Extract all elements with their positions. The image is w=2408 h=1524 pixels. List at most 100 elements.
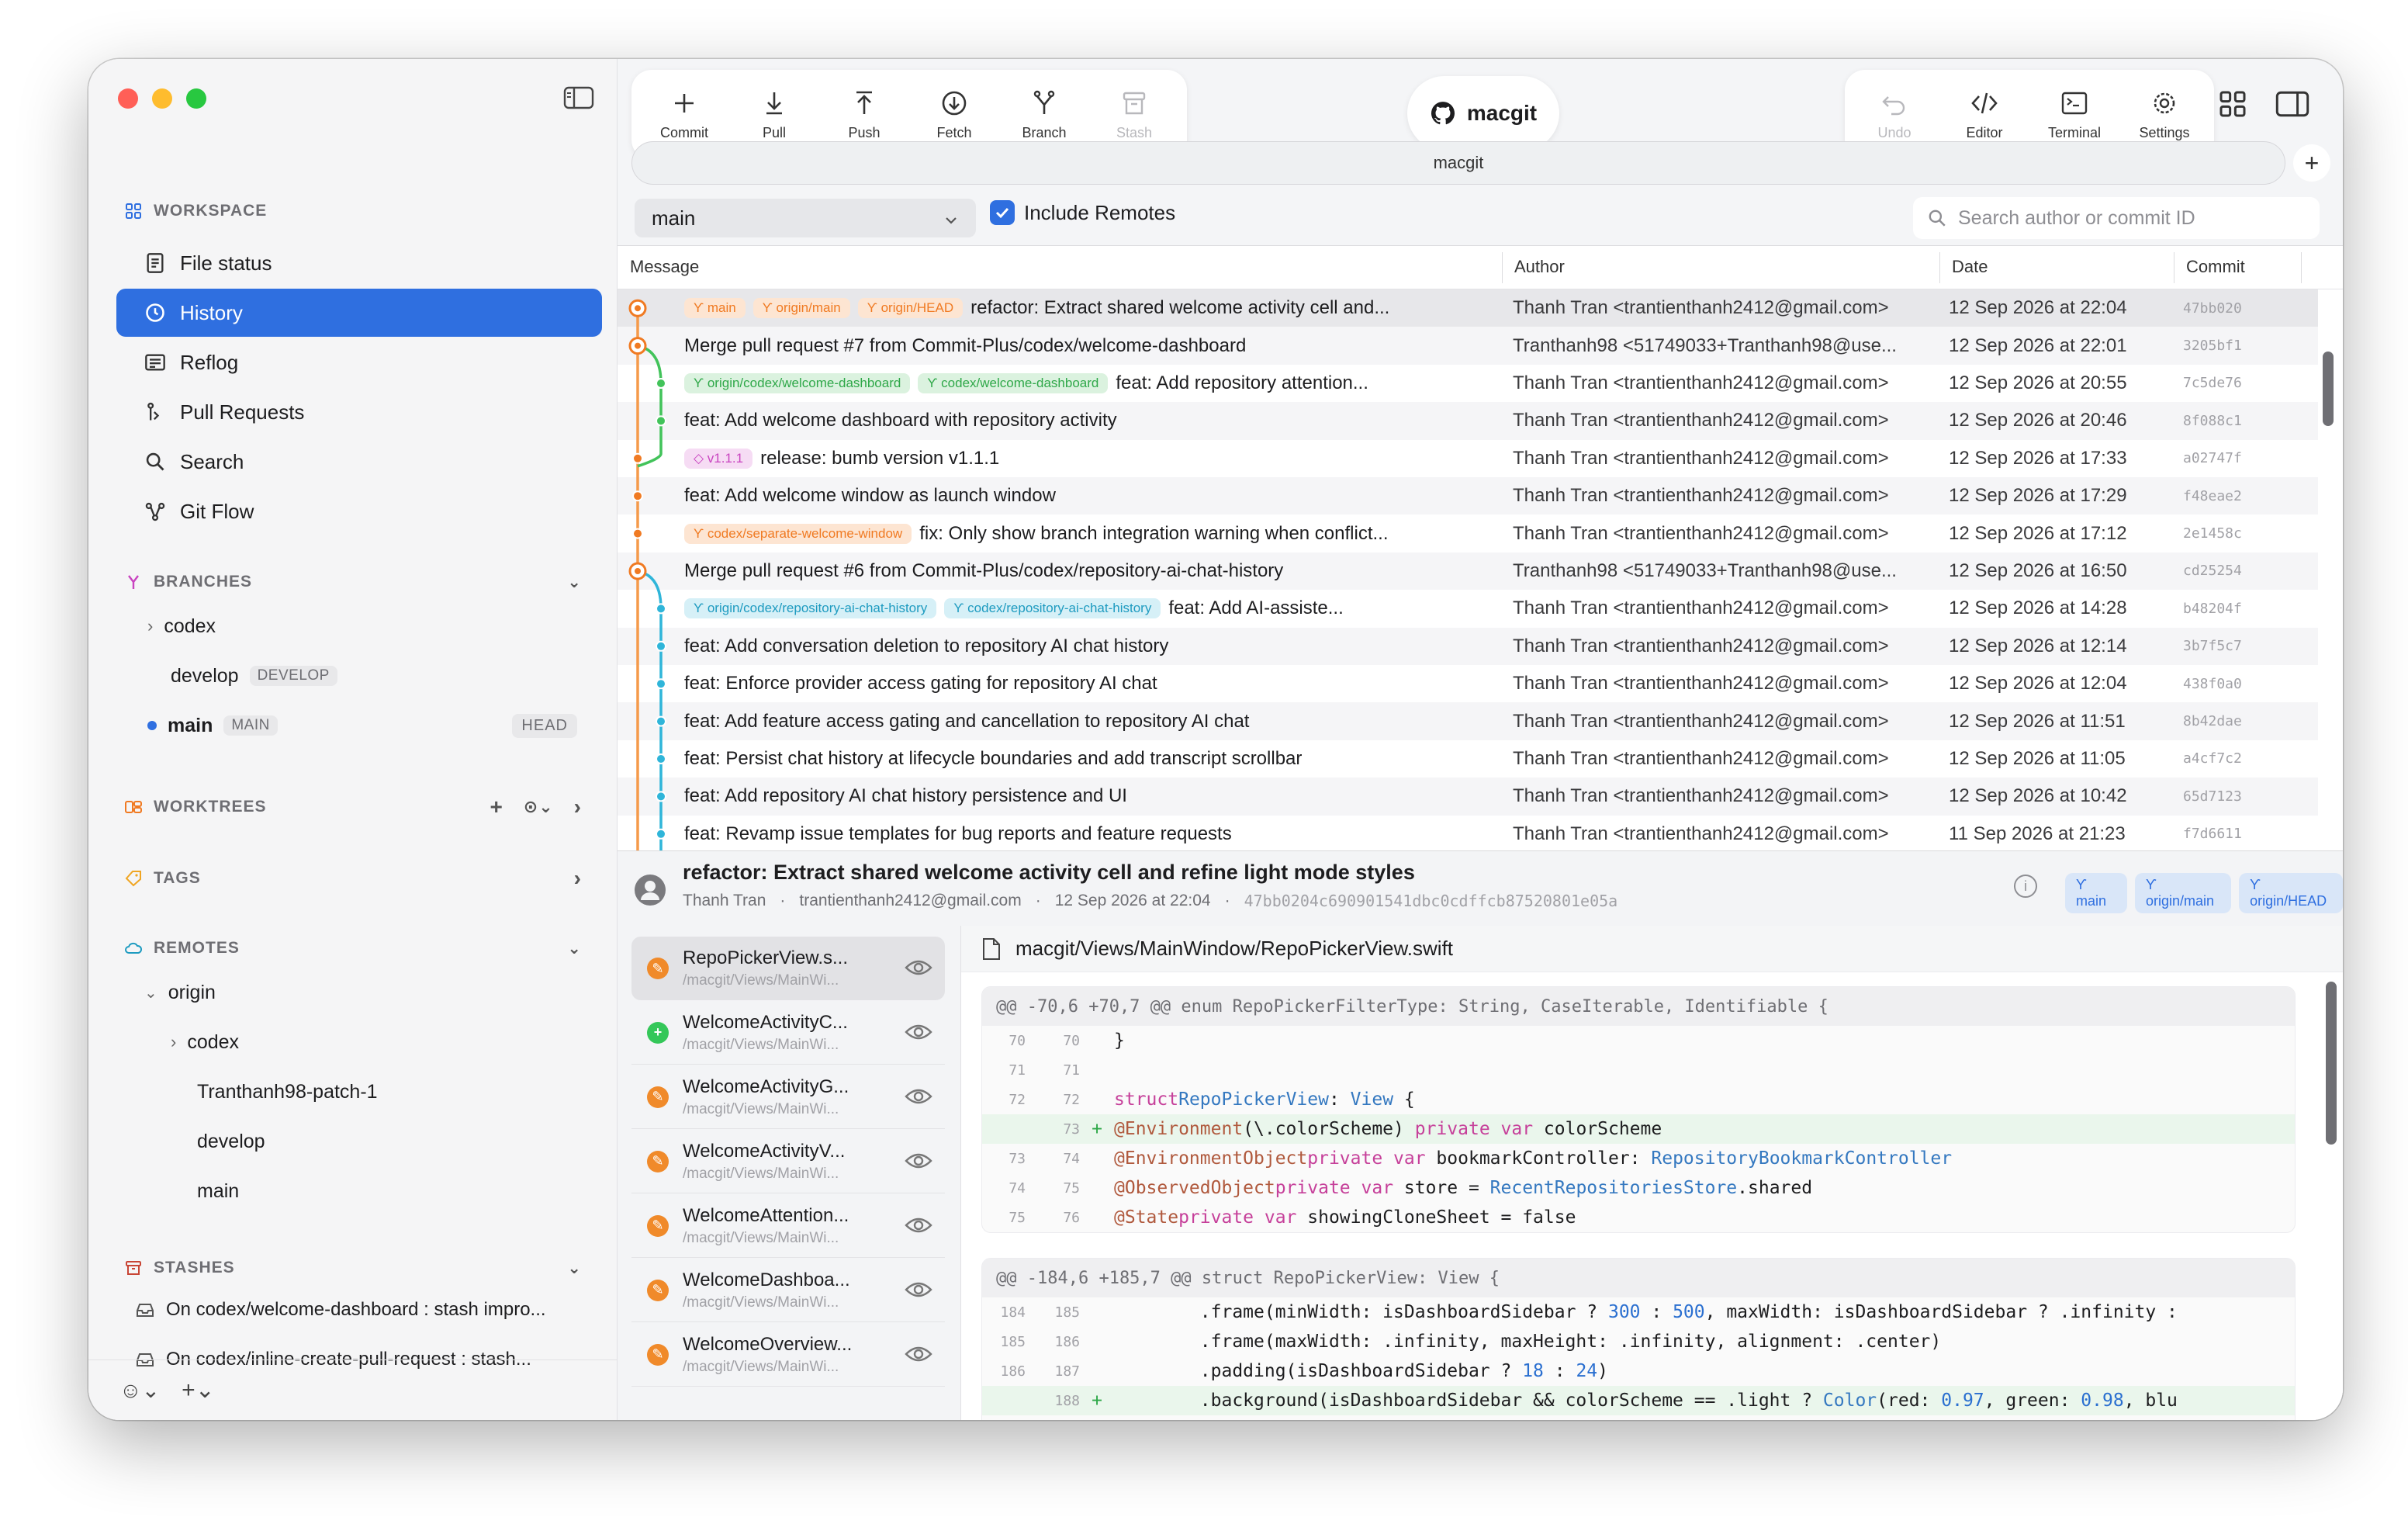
close-window-button[interactable] xyxy=(118,88,138,109)
column-divider[interactable] xyxy=(1502,252,1503,283)
sidebar-item-history[interactable]: History xyxy=(116,289,602,337)
remote-origin[interactable]: ⌄ origin xyxy=(144,973,216,1012)
sidebar-item-git-flow[interactable]: Git Flow xyxy=(116,487,602,535)
changed-file-item[interactable]: ✎ WelcomeActivityG... /macgit/Views/MainWi… xyxy=(631,1065,945,1129)
commit-hash[interactable]: 47bb0204c690901541dbc0cdffcb87520801e05a xyxy=(1244,892,1618,910)
ref-badge[interactable]: Ƴ main xyxy=(2065,873,2128,913)
table-row[interactable]: Merge pull request #6 from Commit-Plus/c… xyxy=(618,552,2318,591)
sidebar-item-file-status[interactable]: File status xyxy=(116,239,602,287)
ref-badge[interactable]: Ƴ origin/main xyxy=(752,298,850,319)
stashes-section-header[interactable]: STASHES ⌄ xyxy=(124,1252,582,1283)
info-icon[interactable]: i xyxy=(2014,875,2037,898)
layout-grid-icon[interactable] xyxy=(2217,88,2248,119)
stash-item[interactable]: On codex/welcome-dashboard : stash impro… xyxy=(135,1288,593,1332)
eye-icon[interactable] xyxy=(905,1214,932,1242)
ref-badge[interactable]: Ƴ origin/HEAD xyxy=(857,298,964,319)
ref-badge[interactable]: ◇ v1.1.1 xyxy=(684,448,753,469)
branch-folder-codex[interactable]: › codex xyxy=(147,607,216,646)
eye-icon[interactable] xyxy=(905,1279,932,1306)
table-row[interactable]: feat: Persist chat history at lifecycle … xyxy=(618,740,2318,778)
commit-search-input[interactable]: Search author or commit ID xyxy=(1913,197,2320,239)
remote-branch[interactable]: develop xyxy=(197,1122,265,1161)
chevron-right-icon[interactable]: › xyxy=(574,795,582,819)
remote-branch[interactable]: Tranthanh98-patch-1 xyxy=(197,1072,378,1111)
eye-icon[interactable] xyxy=(905,957,932,984)
file-name: WelcomeActivityC... xyxy=(683,1011,848,1033)
table-row[interactable]: feat: Revamp issue templates for bug rep… xyxy=(618,816,2318,851)
changed-file-item[interactable]: + WelcomeActivityC... /macgit/Views/MainWi… xyxy=(631,1001,945,1065)
code-icon xyxy=(1971,92,1998,113)
table-row[interactable]: feat: Add welcome dashboard with reposit… xyxy=(618,402,2318,440)
branch-badge: DEVELOP xyxy=(249,666,337,686)
chevron-right-icon: › xyxy=(147,616,154,636)
column-divider[interactable] xyxy=(2301,252,2302,283)
column-divider[interactable] xyxy=(1939,252,1940,283)
table-row[interactable]: feat: Add conversation deletion to repos… xyxy=(618,627,2318,665)
changed-file-item[interactable]: ✎ WelcomeActivityV... /macgit/Views/MainWi… xyxy=(631,1130,945,1193)
chevron-down-icon[interactable]: ⌄ xyxy=(567,939,582,958)
sidebar-item-pull-requests[interactable]: Pull Requests xyxy=(116,388,602,436)
ref-badge[interactable]: Ƴ origin/codex/repository-ai-chat-histor… xyxy=(684,598,937,619)
ref-badge[interactable]: Ƴ origin/codex/welcome-dashboard xyxy=(684,372,911,393)
worktrees-section-header[interactable]: WORKTREES + ⊙⌄ › xyxy=(124,791,582,823)
column-header-date[interactable]: Date xyxy=(1952,257,1988,277)
repo-tab[interactable]: macgit xyxy=(631,141,2285,185)
column-header-commit[interactable]: Commit xyxy=(2186,257,2245,277)
ref-badge[interactable]: Ƴ codex/separate-welcome-window xyxy=(684,523,912,544)
chevron-down-icon[interactable]: ⌄ xyxy=(567,573,582,592)
table-row[interactable]: ◇ v1.1.1 release: bumb version v1.1.1 Than… xyxy=(618,440,2318,477)
ref-badge[interactable]: Ƴ codex/repository-ai-chat-history xyxy=(944,598,1161,619)
ref-badge[interactable]: Ƴ origin/main xyxy=(2135,873,2232,913)
table-row[interactable]: feat: Add feature access gating and canc… xyxy=(618,702,2318,740)
ref-badge[interactable]: Ƴ codex/welcome-dashboard xyxy=(918,372,1109,393)
table-row[interactable]: feat: Add welcome window as launch windo… xyxy=(618,477,2318,515)
new-tab-button[interactable]: + xyxy=(2293,144,2330,182)
eye-icon[interactable] xyxy=(905,1021,932,1048)
changed-file-item[interactable]: ✎ RepoPickerView.s... /macgit/Views/MainWi… xyxy=(631,937,945,1000)
zoom-window-button[interactable] xyxy=(186,88,206,109)
sidebar-item-reflog[interactable]: Reflog xyxy=(116,338,602,386)
github-icon xyxy=(1431,102,1455,125)
changed-file-item[interactable]: ✎ WelcomeOverview... /macgit/Views/MainWi.… xyxy=(631,1323,945,1387)
remotes-section-header[interactable]: REMOTES ⌄ xyxy=(124,933,582,964)
add-menu-icon[interactable]: +⌄ xyxy=(182,1377,215,1404)
table-row[interactable]: feat: Add repository AI chat history per… xyxy=(618,778,2318,816)
table-row[interactable]: feat: Enforce provider access gating for… xyxy=(618,665,2318,702)
table-row[interactable]: Merge pull request #7 from Commit-Plus/c… xyxy=(618,327,2318,365)
table-row[interactable]: Ƴ origin/codex/repository-ai-chat-histor… xyxy=(618,590,2318,627)
include-remotes-checkbox[interactable]: Include Remotes xyxy=(990,200,1175,225)
branch-selector[interactable]: main xyxy=(635,199,976,237)
inspector-toggle-icon[interactable] xyxy=(2275,88,2310,119)
changed-file-item[interactable]: ✎ WelcomeDashboa... /macgit/Views/MainWi..… xyxy=(631,1259,945,1322)
sidebar-item-search[interactable]: Search xyxy=(116,438,602,486)
tags-section-header[interactable]: TAGS › xyxy=(124,863,582,894)
remote-folder-codex[interactable]: › codex xyxy=(171,1023,239,1062)
add-worktree-icon[interactable]: + xyxy=(490,795,503,819)
diff-scrollbar[interactable] xyxy=(2326,982,2337,1145)
table-row[interactable]: Ƴ origin/codex/welcome-dashboard Ƴ codex/… xyxy=(618,365,2318,402)
eye-icon[interactable] xyxy=(905,1086,932,1113)
commit-message-cell: feat: Add conversation deletion to repos… xyxy=(684,636,1460,657)
column-header-author[interactable]: Author xyxy=(1514,257,1565,277)
column-header-message[interactable]: Message xyxy=(630,257,699,277)
chevron-right-icon[interactable]: › xyxy=(574,866,582,891)
chevron-down-icon[interactable]: ⌄ xyxy=(567,1259,582,1278)
more-options-icon[interactable]: ⊙⌄ xyxy=(524,797,554,817)
branches-section-header[interactable]: BRANCHES ⌄ xyxy=(124,566,582,597)
history-scrollbar[interactable] xyxy=(2323,352,2334,426)
minimize-window-button[interactable] xyxy=(152,88,172,109)
eye-icon[interactable] xyxy=(905,1150,932,1177)
changed-file-item[interactable]: ✎ WelcomeAttention... /macgit/Views/MainWi… xyxy=(631,1194,945,1258)
ref-badge[interactable]: Ƴ origin/HEAD xyxy=(2239,873,2343,913)
table-row[interactable]: Ƴ codex/separate-welcome-window fix: Only… xyxy=(618,514,2318,552)
diff-line: 73 74 @EnvironmentObject private var book… xyxy=(1009,1148,1953,1169)
branch-develop[interactable]: develop DEVELOP xyxy=(171,656,337,695)
table-row[interactable]: Ƴ main Ƴ origin/main Ƴ origin/HEAD refactor… xyxy=(618,289,2318,327)
sidebar-toggle-icon[interactable] xyxy=(563,85,594,110)
eye-icon[interactable] xyxy=(905,1343,932,1370)
branch-main[interactable]: main MAIN HEAD xyxy=(147,706,605,745)
account-icon[interactable]: ☺⌄ xyxy=(119,1377,160,1403)
ref-badge[interactable]: Ƴ main xyxy=(684,298,746,319)
remote-branch[interactable]: main xyxy=(197,1172,239,1211)
search-icon xyxy=(1929,210,1946,227)
